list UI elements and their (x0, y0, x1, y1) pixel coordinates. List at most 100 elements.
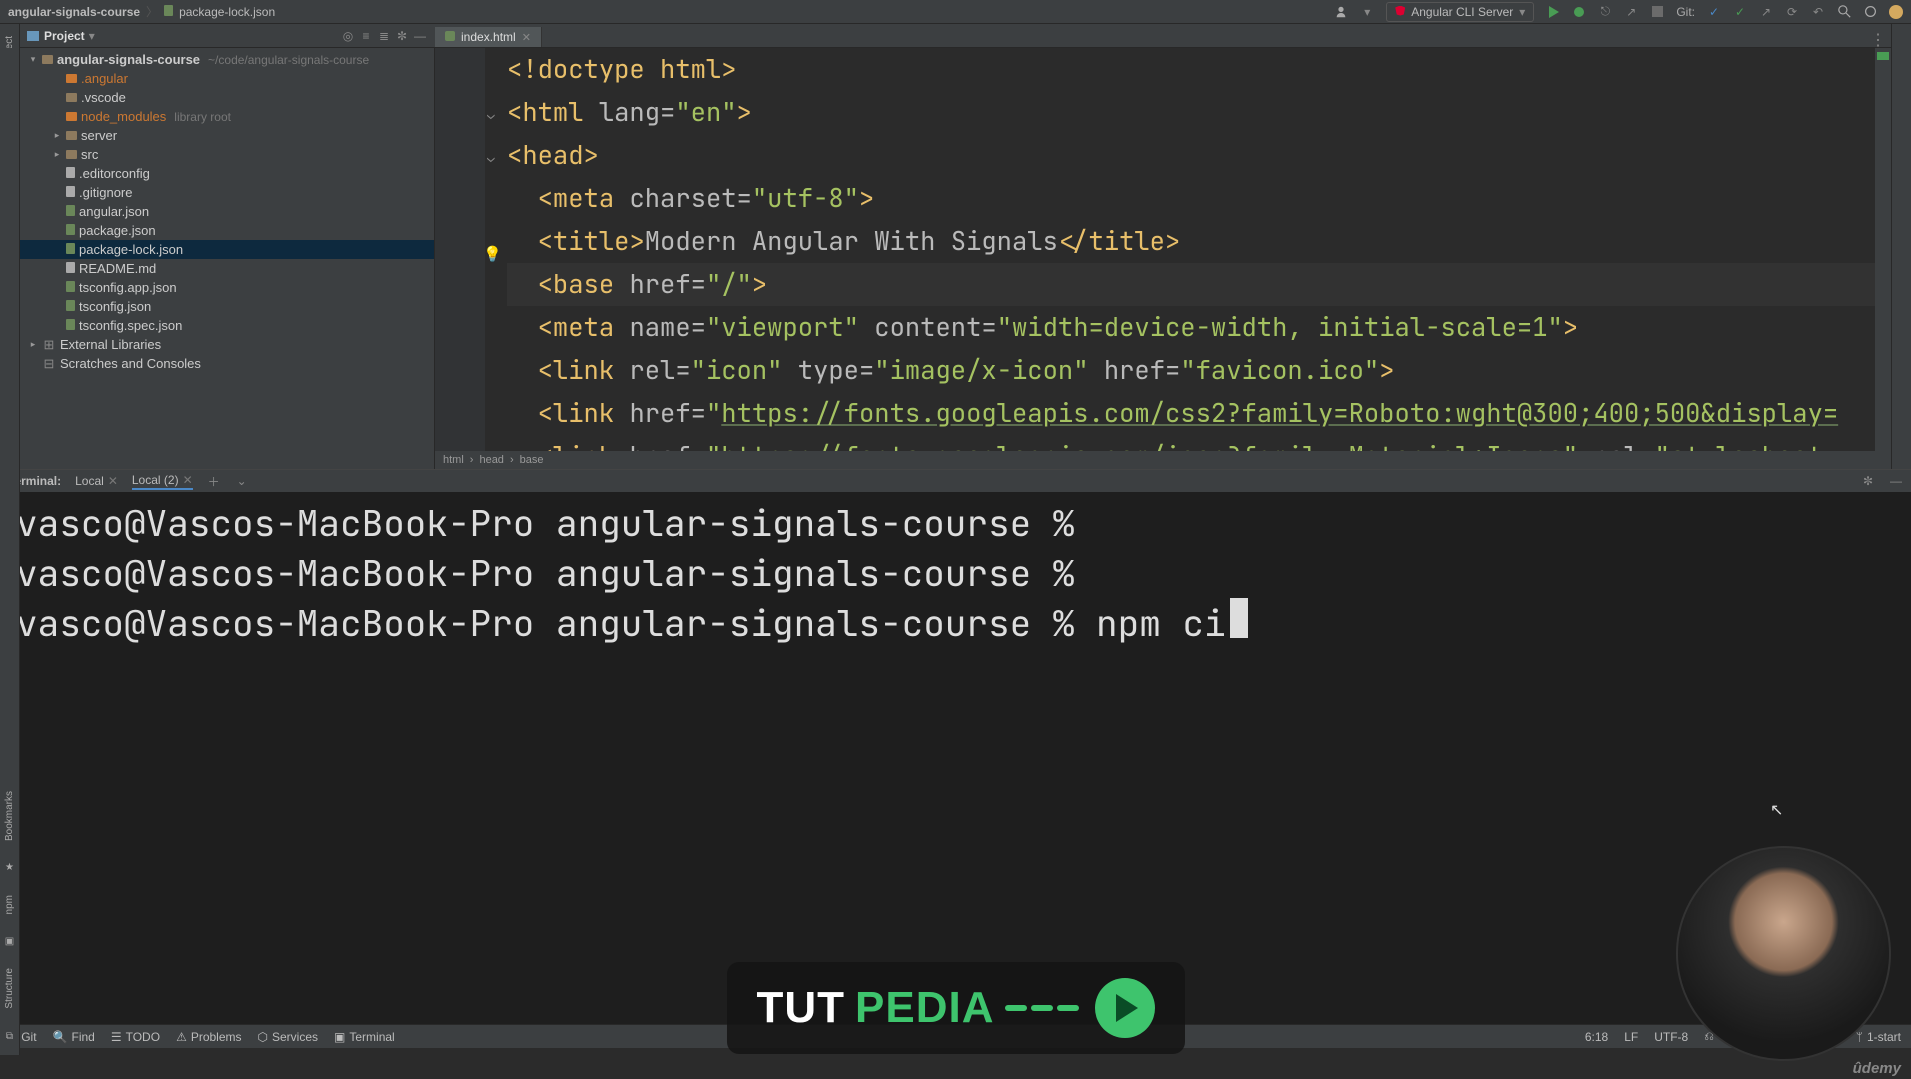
code-line[interactable]: <link href="https://fonts.googleapis.com… (507, 392, 1875, 435)
code-line[interactable]: <!doctype html> (507, 48, 1875, 91)
code-line[interactable]: <base href="/"> (507, 263, 1875, 306)
git-update-icon[interactable]: ✓ (1707, 5, 1721, 19)
gear-icon[interactable]: ✼ (393, 29, 411, 43)
stop-icon[interactable] (1650, 5, 1664, 19)
fold-gutter[interactable]: ⌄ ⌄ 💡 (485, 48, 499, 451)
close-icon[interactable]: ✕ (108, 474, 118, 488)
run-icon[interactable] (1546, 5, 1560, 19)
tree-row[interactable]: ▸server (20, 126, 434, 145)
users-icon[interactable] (1334, 5, 1348, 19)
close-icon[interactable]: ✕ (183, 473, 193, 487)
run-configuration-selector[interactable]: Angular CLI Server ▾ (1386, 2, 1534, 22)
terminal-tab-local-2[interactable]: Local (2)✕ (132, 473, 193, 490)
play-icon (1095, 978, 1155, 1038)
breadcrumb-item[interactable]: html (443, 454, 464, 466)
breadcrumb-project[interactable]: angular-signals-course (8, 5, 140, 19)
editor-area: index.html ✕ ⋮ ⌄ ⌄ 💡 <!doctype html><htm… (435, 24, 1891, 469)
git-commit-icon[interactable]: ✓ (1733, 5, 1747, 19)
tree-row[interactable]: node_moduleslibrary root (20, 107, 434, 126)
terminal-tabs-bar: Terminal: Local✕ Local (2)✕ ＋ ⌄ ✼ — (0, 470, 1911, 492)
chevron-down-icon[interactable]: ▾ (89, 29, 95, 43)
tree-row[interactable]: package.json (20, 221, 434, 240)
terminal-line: vasco@Vascos-MacBook-Pro angular-signals… (16, 498, 1895, 548)
bookmarks-toolwindow-tab[interactable]: Bookmarks (4, 791, 15, 841)
tree-row[interactable]: .vscode (20, 88, 434, 107)
structure-toolwindow-tab[interactable]: Structure (4, 968, 15, 1009)
caret-position[interactable]: 6:18 (1585, 1030, 1608, 1044)
fold-marker-icon[interactable]: ⌄ (487, 136, 495, 179)
avatar-icon[interactable] (1889, 5, 1903, 19)
npm-toolwindow-tab[interactable]: npm (4, 895, 15, 914)
project-tree[interactable]: ▾ angular-signals-course ~/code/angular-… (20, 48, 435, 469)
terminal-line: vasco@Vascos-MacBook-Pro angular-signals… (16, 598, 1895, 648)
debug-icon[interactable] (1572, 5, 1586, 19)
tree-item-label: .gitignore (79, 185, 132, 200)
folder-icon (66, 147, 77, 162)
code-content[interactable]: <!doctype html><html lang="en"><head> <m… (499, 48, 1875, 451)
tree-item-label: package-lock.json (79, 242, 183, 257)
gear-icon[interactable]: ✼ (1861, 474, 1875, 488)
tree-row[interactable]: README.md (20, 259, 434, 278)
tree-row[interactable]: ▸src (20, 145, 434, 164)
close-icon[interactable]: ✕ (522, 31, 531, 44)
services-icon: ⬡ (258, 1030, 268, 1044)
terminal-tab-local[interactable]: Local✕ (75, 474, 118, 488)
tree-row[interactable]: tsconfig.app.json (20, 278, 434, 297)
tree-item-label: tsconfig.spec.json (79, 318, 182, 333)
tree-row[interactable]: package-lock.json (20, 240, 434, 259)
file-icon (66, 242, 75, 257)
fold-marker-icon[interactable]: ⌄ (487, 93, 495, 136)
tree-row[interactable]: tsconfig.spec.json (20, 316, 434, 335)
git-rollback-icon[interactable]: ↶ (1811, 5, 1825, 19)
problems-toolwindow-button[interactable]: ⚠Problems (176, 1030, 241, 1044)
tree-scratches[interactable]: ⊟ Scratches and Consoles (20, 354, 434, 373)
tree-root-row[interactable]: ▾ angular-signals-course ~/code/angular-… (20, 50, 434, 69)
breadcrumb-file[interactable]: package-lock.json (179, 5, 275, 19)
hide-icon[interactable]: — (411, 29, 429, 43)
code-editor[interactable]: ⌄ ⌄ 💡 <!doctype html><html lang="en"><he… (435, 48, 1891, 451)
breadcrumb-item[interactable]: head (479, 454, 503, 466)
locate-icon[interactable]: ◎ (339, 29, 357, 43)
search-icon[interactable] (1837, 5, 1851, 19)
file-encoding[interactable]: UTF-8 (1654, 1030, 1688, 1044)
tree-row[interactable]: angular.json (20, 202, 434, 221)
chevron-down-icon[interactable]: ▾ (1360, 5, 1374, 19)
more-icon[interactable]: ⋮ (1871, 33, 1885, 47)
hide-icon[interactable]: — (1889, 474, 1903, 488)
tree-external-libs[interactable]: ▸ ⊞ External Libraries (20, 335, 434, 354)
line-separator[interactable]: LF (1624, 1030, 1638, 1044)
code-line[interactable]: <meta name="viewport" content="width=dev… (507, 306, 1875, 349)
code-line[interactable]: <html lang="en"> (507, 91, 1875, 134)
terminal-toolwindow-button[interactable]: ▣Terminal (334, 1030, 395, 1044)
file-icon (66, 166, 75, 181)
tree-root-path: ~/code/angular-signals-course (208, 53, 369, 67)
tree-row[interactable]: .angular (20, 69, 434, 88)
code-line[interactable]: <meta charset="utf-8"> (507, 177, 1875, 220)
profile-icon[interactable]: ↗ (1624, 5, 1638, 19)
code-line[interactable]: <link href="https://fonts.googleapis.com… (507, 435, 1875, 451)
tree-row[interactable]: .gitignore (20, 183, 434, 202)
find-toolwindow-button[interactable]: 🔍Find (53, 1030, 95, 1044)
breadcrumb-item[interactable]: base (520, 454, 544, 466)
git-branch[interactable]: ᛘ1-start (1856, 1030, 1901, 1044)
chevron-down-icon[interactable]: ⌄ (235, 474, 249, 488)
code-line[interactable]: <title>Modern Angular With Signals</titl… (507, 220, 1875, 263)
analysis-ok-icon[interactable] (1877, 52, 1889, 60)
ide-settings-icon[interactable] (1863, 5, 1877, 19)
git-history-icon[interactable]: ⟳ (1785, 5, 1799, 19)
todo-toolwindow-button[interactable]: ☰TODO (111, 1030, 160, 1044)
editor-tab-index-html[interactable]: index.html ✕ (435, 27, 542, 47)
code-line[interactable]: <head> (507, 134, 1875, 177)
tree-row[interactable]: tsconfig.json (20, 297, 434, 316)
tree-row[interactable]: .editorconfig (20, 164, 434, 183)
services-toolwindow-button[interactable]: ⬡Services (258, 1030, 319, 1044)
terminal-body[interactable]: vasco@Vascos-MacBook-Pro angular-signals… (0, 492, 1911, 1024)
expand-all-icon[interactable]: ≡ (357, 29, 375, 43)
new-terminal-icon[interactable]: ＋ (207, 474, 221, 488)
run-coverage-icon[interactable]: ⎋ (1598, 5, 1612, 19)
code-line[interactable]: <link rel="icon" type="image/x-icon" hre… (507, 349, 1875, 392)
editor-breadcrumbs[interactable]: html› head› base (435, 451, 1891, 469)
file-icon (66, 223, 75, 238)
collapse-all-icon[interactable]: ≣ (375, 29, 393, 43)
git-push-icon[interactable]: ↗ (1759, 5, 1773, 19)
